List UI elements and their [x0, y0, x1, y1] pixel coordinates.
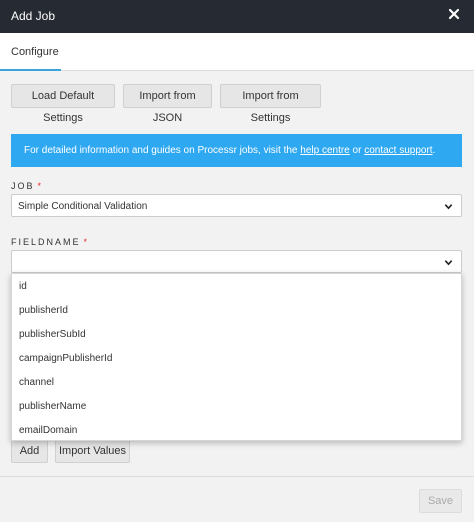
dropdown-option[interactable]: channel — [12, 370, 461, 394]
import-values-button[interactable]: Import Values — [55, 439, 130, 463]
save-button[interactable]: Save — [419, 489, 462, 513]
help-centre-link[interactable]: help centre — [300, 145, 349, 156]
fieldname-label: FIELDNAME * — [11, 237, 89, 247]
add-value-button[interactable]: Add — [11, 439, 48, 463]
modal-title: Add Job — [11, 9, 56, 23]
job-select[interactable]: Simple Conditional Validation — [11, 194, 462, 217]
import-from-settings-button[interactable]: Import from Settings — [220, 84, 321, 124]
job-label: JOB * — [11, 181, 43, 191]
dropdown-option[interactable]: publisherId — [12, 298, 461, 322]
tab-bar: Configure — [0, 33, 474, 71]
chevron-down-icon — [444, 258, 453, 267]
dropdown-option[interactable]: campaignPublisherId — [12, 346, 461, 370]
dropdown-option[interactable]: id — [12, 274, 461, 298]
footer-divider — [0, 476, 474, 477]
info-text-before: For detailed information and guides on P… — [24, 145, 301, 156]
dropdown-option[interactable]: publisherSubId — [12, 322, 461, 346]
import-from-json-button[interactable]: Import from JSON — [123, 84, 212, 124]
fieldname-required-mark: * — [83, 237, 90, 247]
load-default-settings-button[interactable]: Load Default Settings — [11, 84, 115, 124]
info-text-middle: or — [349, 145, 365, 156]
chevron-down-icon — [444, 202, 453, 211]
tab-configure[interactable]: Configure — [0, 33, 61, 71]
contact-support-link[interactable]: contact support — [364, 145, 432, 156]
job-select-value: Simple Conditional Validation — [18, 201, 148, 212]
job-required-mark: * — [37, 181, 44, 191]
info-text-after: . — [432, 145, 436, 156]
close-icon[interactable] — [446, 6, 462, 22]
fieldname-label-text: FIELDNAME — [11, 237, 81, 247]
fieldname-select[interactable] — [11, 250, 462, 273]
info-banner: For detailed information and guides on P… — [11, 134, 462, 167]
job-label-text: JOB — [11, 181, 35, 191]
dropdown-option[interactable]: emailDomain — [12, 418, 461, 442]
modal-header: Add Job — [0, 0, 474, 33]
fieldname-dropdown: id publisherId publisherSubId campaignPu… — [11, 273, 462, 441]
dropdown-option[interactable]: publisherName — [12, 394, 461, 418]
